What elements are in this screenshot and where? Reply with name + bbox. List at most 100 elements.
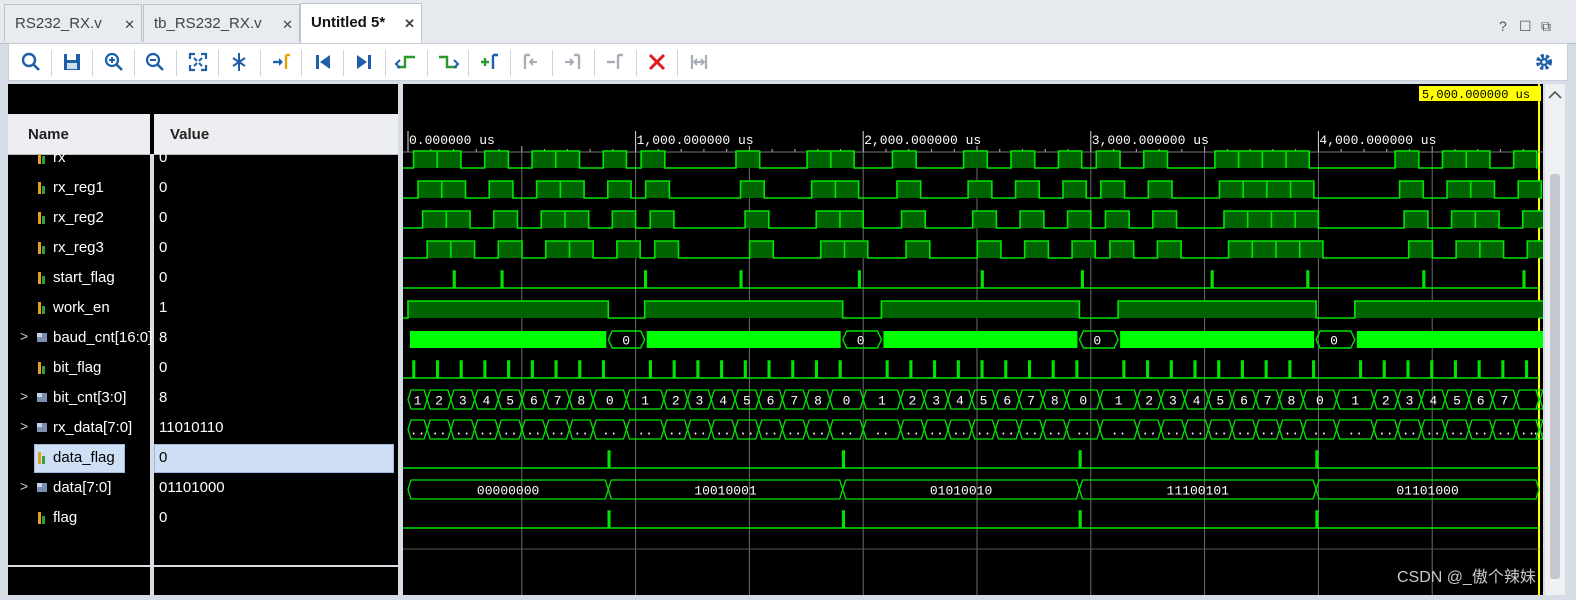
high-pulse-fill [1152, 211, 1177, 228]
expand-chevron-icon[interactable]: > [20, 418, 28, 434]
expand-chevron-icon[interactable]: > [20, 478, 28, 494]
rx-data-label: .. [874, 424, 890, 439]
high-pulse-fill [816, 211, 840, 228]
signal-row-flag[interactable]: flag 0 [8, 504, 398, 534]
tick-label: 1,000.000000 us [637, 133, 754, 148]
zoom-fit-icon[interactable] [186, 50, 210, 74]
rx-data-label: .. [1347, 424, 1363, 439]
go-to-start-icon[interactable] [311, 50, 335, 74]
signal-row-start-flag[interactable]: start_flag 0 [8, 264, 398, 294]
signal-row-rx-reg2[interactable]: rx_reg2 0 [8, 204, 398, 234]
bit-cnt-label: 7 [1501, 394, 1509, 409]
signal-row-rx[interactable]: rx 0 [8, 154, 398, 174]
rx-data-label: .. [550, 424, 566, 439]
signal-value: 01101000 [159, 479, 225, 496]
next-marker-icon[interactable] [561, 50, 585, 74]
high-pulse-fill [1271, 211, 1296, 228]
high-pulse-fill [1223, 211, 1248, 228]
high-pulse-fill [735, 151, 760, 168]
rx-data-label: .. [479, 424, 495, 439]
rx-data-label: .. [637, 424, 653, 439]
waveform-toolbar [8, 43, 1568, 81]
signal-row-bit-cnt30[interactable]: > bit_cnt[3:0] 8 [8, 384, 398, 414]
save-icon[interactable] [60, 50, 84, 74]
help-icon[interactable]: ? [1499, 18, 1507, 34]
next-transition-icon[interactable] [436, 50, 460, 74]
rx-data-label: .. [1260, 424, 1276, 439]
expand-chevron-icon[interactable]: > [20, 328, 28, 344]
tab-tb-rs232-rx[interactable]: tb_RS232_RX.v ✕ [143, 4, 300, 42]
bit-cnt-label: 7 [790, 394, 798, 409]
signal-value: 0 [159, 154, 168, 166]
search-icon[interactable] [19, 50, 43, 74]
high-pulse-fill [644, 301, 843, 318]
signal-name: data[7:0] [53, 479, 112, 496]
data-bus-label: 01010010 [930, 484, 992, 499]
rx-data-label: .. [502, 424, 518, 439]
float-icon[interactable]: ⧉ [1541, 18, 1551, 35]
bit-cnt-label: 2 [1145, 394, 1153, 409]
high-pulse-fill [603, 151, 627, 168]
bit-cnt-label: 7 [1027, 394, 1035, 409]
close-icon[interactable]: ✕ [124, 17, 135, 33]
bit-cnt-label: 6 [530, 394, 538, 409]
signal-row-work-en[interactable]: work_en 1 [8, 294, 398, 324]
high-pulse-fill [892, 151, 917, 168]
bit-cnt-label: 4 [483, 394, 491, 409]
previous-marker-icon[interactable] [519, 50, 543, 74]
high-pulse-fill [560, 181, 585, 198]
close-icon[interactable]: ✕ [404, 16, 415, 32]
signal-row-baud-cnt160[interactable]: > baud_cnt[16:0] 8 [8, 324, 398, 354]
waveform-panel[interactable]: 5,000.000000 us 0.000000 us 1,000.000000 u… [403, 84, 1543, 595]
previous-transition-icon[interactable] [394, 50, 418, 74]
add-marker-icon[interactable] [478, 50, 502, 74]
high-pulse-fill [1243, 181, 1267, 198]
high-pulse-fill [1219, 181, 1244, 198]
value-column-header[interactable]: Value [154, 114, 398, 155]
delete-icon[interactable] [645, 50, 669, 74]
wire-signal-icon [38, 242, 45, 254]
swap-cursors-icon[interactable] [687, 50, 711, 74]
high-pulse-fill [1148, 181, 1173, 198]
vertical-scrollbar[interactable] [1545, 84, 1565, 595]
high-pulse-fill [545, 241, 570, 258]
signal-row-rx-reg3[interactable]: rx_reg3 0 [8, 234, 398, 264]
high-pulse-fill [1522, 211, 1543, 228]
waveform-canvas[interactable]: 5,000.000000 us 0.000000 us 1,000.000000 u… [403, 84, 1543, 595]
name-column-header[interactable]: Name [8, 114, 150, 155]
high-pulse-fill [1143, 151, 1168, 168]
rx-data-label: .. [739, 424, 755, 439]
high-pulse-fill [835, 181, 859, 198]
delete-marker-icon[interactable] [603, 50, 627, 74]
settings-icon[interactable] [1532, 50, 1556, 74]
bit-cnt-label: 6 [1003, 394, 1011, 409]
go-to-time-0-icon[interactable] [269, 50, 293, 74]
bit-cnt-label: 8 [1051, 394, 1059, 409]
bit-cnt-label: 3 [459, 394, 467, 409]
high-pulse-fill [1295, 211, 1319, 228]
tab-untitled-5[interactable]: Untitled 5* ✕ [300, 3, 422, 43]
expand-chevron-icon[interactable]: > [20, 388, 28, 404]
signal-row-data70[interactable]: > data[7:0] 01101000 [8, 474, 398, 504]
bit-cnt-label: 3 [696, 394, 704, 409]
bit-cnt-label: 2 [435, 394, 443, 409]
signal-value: 8 [159, 389, 168, 406]
high-pulse-fill [740, 181, 765, 198]
cursor-icon[interactable] [227, 50, 251, 74]
maximize-icon[interactable]: ☐ [1519, 18, 1532, 35]
signal-row-data-flag[interactable]: data_flag 0 [8, 444, 398, 474]
zoom-in-icon[interactable] [102, 50, 126, 74]
close-icon[interactable]: ✕ [282, 17, 293, 33]
bit-cnt-label: 7 [554, 394, 562, 409]
zoom-out-icon[interactable] [143, 50, 167, 74]
signal-row-rx-reg1[interactable]: rx_reg1 0 [8, 174, 398, 204]
high-pulse-fill [612, 211, 636, 228]
go-to-end-icon[interactable] [352, 50, 376, 74]
signal-name: start_flag [53, 269, 115, 286]
signal-name: bit_cnt[3:0] [53, 389, 127, 406]
wire-signal-icon [38, 452, 45, 464]
tab-rs232-rx[interactable]: RS232_RX.v ✕ [4, 4, 142, 42]
high-pulse-fill [1354, 301, 1543, 318]
signal-row-rx-data70[interactable]: > rx_data[7:0] 11010110 [8, 414, 398, 444]
signal-row-bit-flag[interactable]: bit_flag 0 [8, 354, 398, 384]
